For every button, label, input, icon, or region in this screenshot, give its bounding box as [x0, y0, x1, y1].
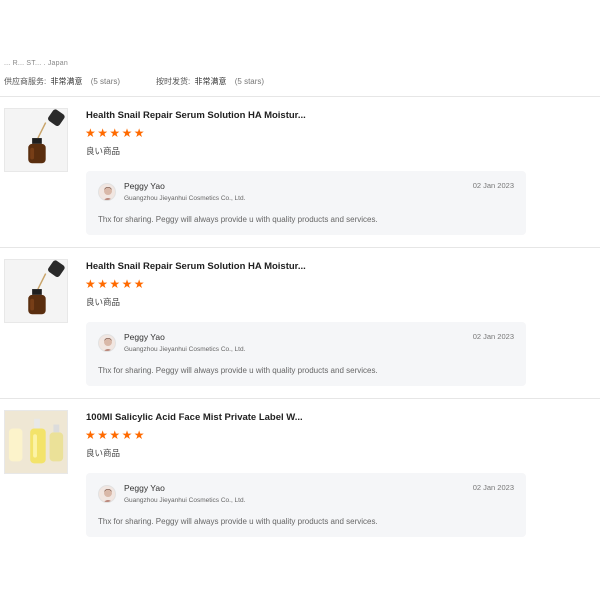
- rating-label: 供应商服务:: [4, 77, 47, 86]
- star-icon: ★: [121, 126, 133, 140]
- reply-company: Guangzhou Jieyanhui Cosmetics Co., Ltd.: [124, 497, 246, 504]
- rating-value: 非常满意: [50, 77, 83, 86]
- product-thumbnail[interactable]: [4, 108, 68, 172]
- star-icon: ★: [97, 126, 108, 140]
- reply-author-name: Peggy Yao: [124, 332, 165, 342]
- dropper-bottle-image: [5, 109, 67, 171]
- product-thumbnail[interactable]: [4, 410, 68, 474]
- product-title-link[interactable]: Health Snail Repair Serum Solution HA Mo…: [86, 110, 306, 121]
- star-icon: ★: [85, 428, 96, 442]
- reply-company: Guangzhou Jieyanhui Cosmetics Co., Ltd.: [124, 346, 246, 353]
- reply-author-name: Peggy Yao: [124, 483, 165, 493]
- product-title-link[interactable]: 100Ml Salicylic Acid Face Mist Private L…: [86, 412, 303, 423]
- product-title-link[interactable]: Health Snail Repair Serum Solution HA Mo…: [86, 261, 306, 272]
- review-comment: 良い商品: [86, 297, 121, 307]
- reply-date: 02 Jan 2023: [472, 181, 514, 190]
- star-icon: ★: [121, 277, 133, 291]
- product-thumbnail[interactable]: [4, 259, 68, 323]
- star-icon: ★: [97, 277, 108, 291]
- top-meta: ... R... ST... . Japan: [4, 60, 68, 67]
- rating-stars-text: (5 stars): [234, 77, 265, 86]
- rating-value: 非常满意: [194, 77, 227, 86]
- review-comment: 良い商品: [86, 448, 121, 458]
- rating-label: 按时发货:: [156, 77, 191, 86]
- star-rating: ★ ★ ★ ★ ★: [85, 126, 146, 140]
- star-icon: ★: [109, 277, 121, 291]
- reply-author-name: Peggy Yao: [124, 181, 165, 191]
- avatar: [98, 334, 116, 352]
- review-comment: 良い商品: [86, 146, 121, 156]
- star-icon: ★: [133, 428, 145, 442]
- star-icon: ★: [109, 428, 121, 442]
- avatar: [98, 485, 116, 503]
- star-icon: ★: [85, 126, 96, 140]
- supplier-ratings: 供应商服务: 非常满意 (5 stars) 按时发货: 非常满意 (5 star…: [4, 76, 300, 87]
- star-icon: ★: [97, 428, 108, 442]
- star-icon: ★: [133, 277, 145, 291]
- reply-date: 02 Jan 2023: [472, 332, 514, 341]
- divider: [0, 398, 600, 399]
- divider: [0, 96, 600, 97]
- star-rating: ★ ★ ★ ★ ★: [85, 277, 146, 291]
- rating-on-time-delivery: 按时发货: 非常满意 (5 stars): [156, 76, 264, 87]
- mist-bottles-image: [5, 411, 67, 473]
- star-icon: ★: [85, 277, 96, 291]
- reply-date: 02 Jan 2023: [472, 483, 514, 492]
- reply-company: Guangzhou Jieyanhui Cosmetics Co., Ltd.: [124, 195, 246, 202]
- reply-text: Thx for sharing. Peggy will always provi…: [98, 215, 378, 224]
- supplier-reply: Peggy Yao Guangzhou Jieyanhui Cosmetics …: [86, 322, 526, 386]
- supplier-reply: Peggy Yao Guangzhou Jieyanhui Cosmetics …: [86, 473, 526, 537]
- rating-supplier-service: 供应商服务: 非常满意 (5 stars): [4, 76, 120, 87]
- star-icon: ★: [121, 428, 133, 442]
- star-rating: ★ ★ ★ ★ ★: [85, 428, 146, 442]
- reply-text: Thx for sharing. Peggy will always provi…: [98, 366, 378, 375]
- reply-text: Thx for sharing. Peggy will always provi…: [98, 517, 378, 526]
- rating-stars-text: (5 stars): [90, 77, 121, 86]
- avatar: [98, 183, 116, 201]
- divider: [0, 247, 600, 248]
- supplier-reply: Peggy Yao Guangzhou Jieyanhui Cosmetics …: [86, 171, 526, 235]
- dropper-bottle-image: [5, 260, 67, 322]
- star-icon: ★: [109, 126, 121, 140]
- star-icon: ★: [133, 126, 145, 140]
